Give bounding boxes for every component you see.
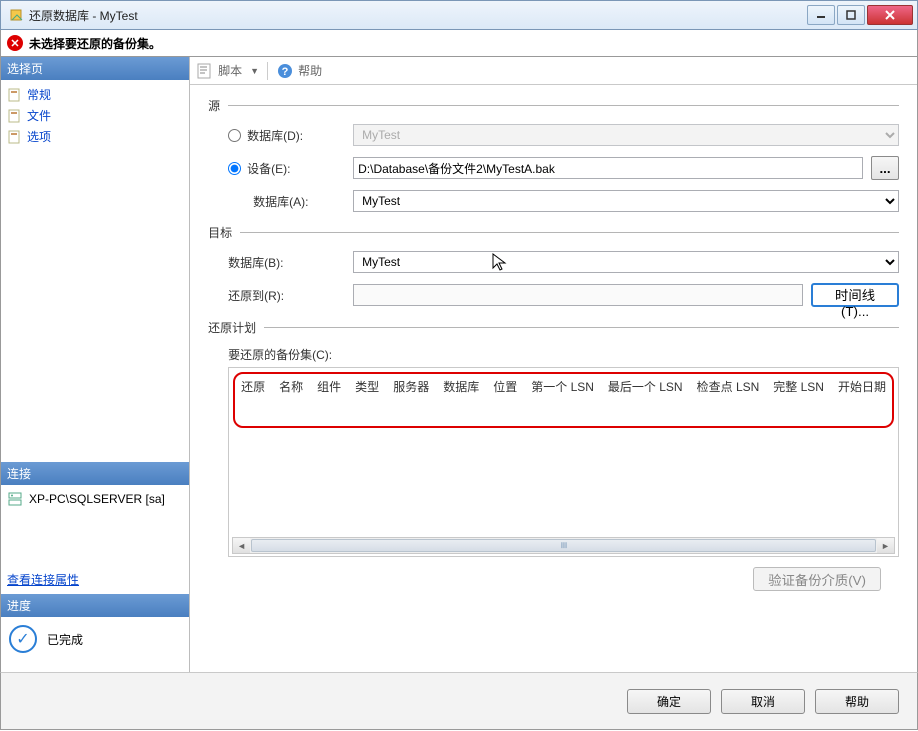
horizontal-scrollbar[interactable]: ◄ ►	[232, 537, 895, 554]
page-item-general[interactable]: 常规	[1, 84, 189, 105]
scroll-thumb[interactable]	[251, 539, 876, 552]
page-tree: 常规 文件 选项	[1, 80, 189, 462]
timeline-button[interactable]: 时间线(T)...	[811, 283, 899, 307]
browse-device-button[interactable]: ...	[871, 156, 899, 180]
device-db-select[interactable]: MyTest	[353, 190, 899, 212]
scroll-right-arrow[interactable]: ►	[877, 538, 894, 553]
plan-title: 还原计划	[208, 319, 256, 336]
col-restore: 还原	[241, 378, 265, 395]
left-panel: 选择页 常规 文件 选项 连接 XP-PC\SQLSERVER [sa] 查看连…	[1, 57, 189, 672]
device-db-label: 数据库(A):	[208, 193, 353, 210]
table-highlight: 还原 名称 组件 类型 服务器 数据库 位置 第一个 LSN 最后一个 LSN …	[233, 372, 894, 428]
plan-section: 还原计划 要还原的备份集(C): 还原 名称 组件 类型 服务器 数据库 位置 …	[208, 319, 899, 591]
col-first-lsn: 第一个 LSN	[531, 378, 594, 395]
source-database-radio-label[interactable]: 数据库(D):	[208, 127, 353, 144]
source-device-radio[interactable]	[228, 162, 241, 175]
script-icon	[196, 62, 214, 80]
col-server: 服务器	[393, 378, 429, 395]
select-page-header: 选择页	[1, 57, 189, 80]
page-item-files[interactable]: 文件	[1, 105, 189, 126]
error-icon: ✕	[7, 35, 23, 51]
toolbar-separator	[267, 62, 268, 80]
source-database-select: MyTest	[353, 124, 899, 146]
script-dropdown-icon[interactable]: ▼	[250, 66, 259, 76]
backup-sets-table[interactable]: 还原 名称 组件 类型 服务器 数据库 位置 第一个 LSN 最后一个 LSN …	[228, 367, 899, 557]
progress-body: 已完成	[1, 617, 189, 661]
backup-sets-label: 要还原的备份集(C):	[208, 346, 899, 363]
progress-label: 已完成	[47, 631, 83, 648]
verify-media-button: 验证备份介质(V)	[753, 567, 881, 591]
source-device-radio-label[interactable]: 设备(E):	[208, 160, 353, 177]
source-database-radio[interactable]	[228, 129, 241, 142]
col-component: 组件	[317, 378, 341, 395]
source-title: 源	[208, 97, 220, 114]
device-path-input[interactable]	[353, 157, 863, 179]
server-icon	[7, 491, 23, 507]
source-section: 源 数据库(D): MyTest 设备(E): ... 数据库(A): MyTe…	[208, 97, 899, 212]
error-message: 未选择要还原的备份集。	[29, 35, 161, 52]
target-section: 目标 数据库(B): MyTest 还原到(R): 时间线(T)...	[208, 224, 899, 307]
page-label: 选项	[27, 128, 51, 145]
close-button[interactable]	[867, 5, 913, 25]
col-position: 位置	[493, 378, 517, 395]
ok-button[interactable]: 确定	[627, 689, 711, 714]
scroll-left-arrow[interactable]: ◄	[233, 538, 250, 553]
page-label: 文件	[27, 107, 51, 124]
page-item-options[interactable]: 选项	[1, 126, 189, 147]
target-db-label: 数据库(B):	[208, 254, 353, 271]
help-button[interactable]: 帮助	[815, 689, 899, 714]
target-db-select[interactable]: MyTest	[353, 251, 899, 273]
table-columns: 还原 名称 组件 类型 服务器 数据库 位置 第一个 LSN 最后一个 LSN …	[241, 378, 886, 395]
col-start-date: 开始日期	[838, 378, 886, 395]
dialog-footer: 确定 取消 帮助	[0, 672, 918, 730]
progress-check-icon	[9, 625, 37, 653]
help-icon: ?	[276, 62, 294, 80]
connection-value: XP-PC\SQLSERVER [sa]	[29, 492, 165, 506]
col-name: 名称	[279, 378, 303, 395]
title-bar: 还原数据库 - MyTest	[0, 0, 918, 30]
error-bar: ✕ 未选择要还原的备份集。	[0, 30, 918, 57]
progress-header: 进度	[1, 594, 189, 617]
right-panel: 脚本 ▼ ? 帮助 源 数据库(D): MyTest 设备(E): ...	[189, 57, 917, 672]
window-title: 还原数据库 - MyTest	[29, 7, 807, 24]
page-icon	[7, 130, 23, 144]
minimize-button[interactable]	[807, 5, 835, 25]
page-label: 常规	[27, 86, 51, 103]
col-database: 数据库	[443, 378, 479, 395]
col-type: 类型	[355, 378, 379, 395]
cancel-button[interactable]: 取消	[721, 689, 805, 714]
col-full-lsn: 完整 LSN	[773, 378, 824, 395]
app-icon	[9, 7, 25, 23]
svg-text:?: ?	[282, 66, 289, 78]
restore-to-input	[353, 284, 803, 306]
toolbar: 脚本 ▼ ? 帮助	[190, 57, 917, 85]
connection-row: XP-PC\SQLSERVER [sa]	[7, 491, 183, 507]
target-title: 目标	[208, 224, 232, 241]
script-button[interactable]: 脚本	[218, 62, 242, 79]
maximize-button[interactable]	[837, 5, 865, 25]
page-icon	[7, 109, 23, 123]
connection-header: 连接	[1, 462, 189, 485]
col-checkpoint-lsn: 检查点 LSN	[697, 378, 760, 395]
restore-to-label: 还原到(R):	[208, 287, 353, 304]
page-icon	[7, 88, 23, 102]
help-button[interactable]: 帮助	[298, 62, 322, 79]
col-last-lsn: 最后一个 LSN	[608, 378, 683, 395]
view-connection-props-link[interactable]: 查看连接属性	[1, 565, 189, 594]
